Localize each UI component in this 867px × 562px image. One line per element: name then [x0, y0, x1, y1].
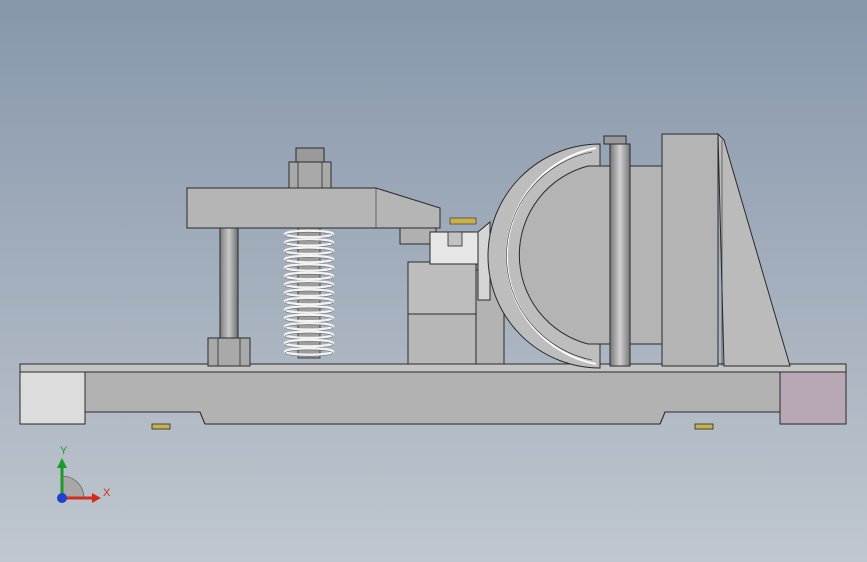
- rod-nut[interactable]: [207, 337, 251, 367]
- compression-spring[interactable]: [283, 227, 335, 359]
- base-end-left: [19, 371, 86, 425]
- foot-screw-right: [694, 423, 714, 430]
- upright-bracket[interactable]: [661, 132, 791, 367]
- base-end-right: [779, 371, 847, 425]
- guide-rod[interactable]: [219, 227, 239, 341]
- top-nut[interactable]: [288, 147, 332, 189]
- y-axis-label: Y: [60, 445, 68, 457]
- base-body[interactable]: [19, 371, 847, 430]
- foot-screw-left: [151, 423, 171, 430]
- cad-model-view[interactable]: Y X: [0, 0, 867, 562]
- graphics-viewport[interactable]: Y X: [0, 0, 867, 562]
- orientation-triad: Y X: [57, 445, 111, 503]
- x-axis-label: X: [103, 487, 111, 499]
